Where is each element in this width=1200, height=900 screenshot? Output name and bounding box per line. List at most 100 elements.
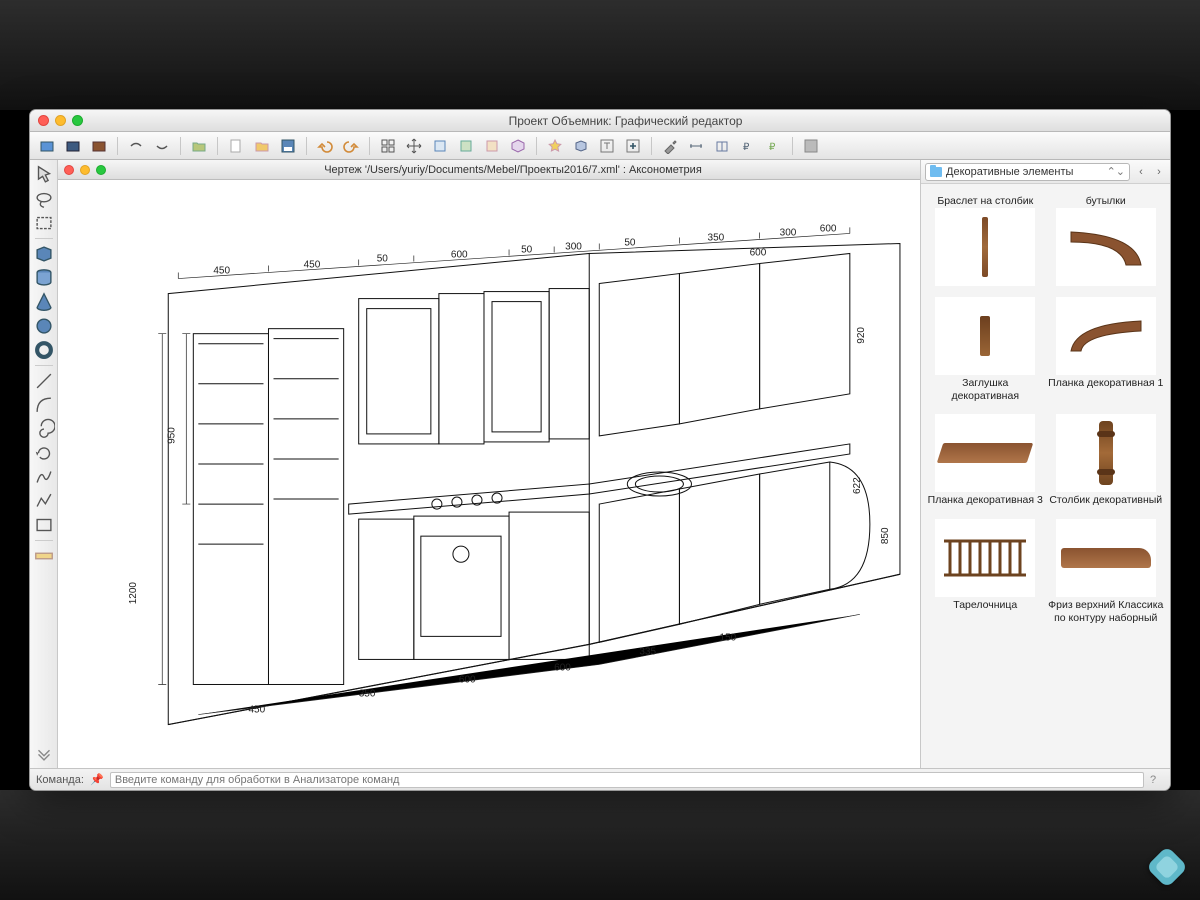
- svg-text:50: 50: [521, 244, 533, 255]
- lasso-icon[interactable]: [33, 188, 55, 210]
- doc-close-button[interactable]: [64, 165, 74, 175]
- torus-icon[interactable]: [33, 339, 55, 361]
- library-item[interactable]: бутылки: [1046, 190, 1167, 294]
- document-column: Чертеж '/Users/yuriy/Documents/Mebel/Про…: [58, 160, 920, 768]
- cube-icon[interactable]: [570, 135, 592, 157]
- svg-text:622: 622: [852, 477, 863, 494]
- arc-icon[interactable]: [33, 394, 55, 416]
- svg-text:950: 950: [166, 427, 177, 444]
- curve-icon[interactable]: [33, 466, 55, 488]
- doc-zoom-button[interactable]: [96, 165, 106, 175]
- hand-left-icon[interactable]: [125, 135, 147, 157]
- cone-icon[interactable]: [33, 291, 55, 313]
- svg-text:600: 600: [554, 662, 571, 673]
- box3d-icon[interactable]: [33, 243, 55, 265]
- command-input[interactable]: [110, 772, 1144, 788]
- svg-text:600: 600: [451, 249, 468, 260]
- svg-text:350: 350: [708, 232, 725, 243]
- library-item[interactable]: Столбик декоративный: [1046, 411, 1167, 515]
- library-item[interactable]: Тарелочница: [925, 516, 1046, 633]
- priceB-icon[interactable]: ₽: [763, 135, 785, 157]
- open-icon[interactable]: [251, 135, 273, 157]
- save-icon[interactable]: [277, 135, 299, 157]
- minimize-button[interactable]: [55, 115, 66, 126]
- library-fwd-icon[interactable]: ›: [1152, 164, 1166, 180]
- new-doc-icon[interactable]: [225, 135, 247, 157]
- sphere-icon[interactable]: [33, 315, 55, 337]
- polyline-icon[interactable]: [33, 490, 55, 512]
- traffic-lights: [38, 115, 83, 126]
- priceA-icon[interactable]: ₽: [737, 135, 759, 157]
- rotate-icon[interactable]: [33, 442, 55, 464]
- svg-text:50: 50: [624, 237, 636, 248]
- hand-right-icon[interactable]: [151, 135, 173, 157]
- folder-icon: [930, 167, 942, 177]
- ruler-icon[interactable]: [33, 545, 55, 567]
- folder-open-icon[interactable]: [188, 135, 210, 157]
- collapse-icon[interactable]: [33, 742, 55, 764]
- svg-text:450: 450: [248, 705, 265, 716]
- box-icon[interactable]: [36, 135, 58, 157]
- line-icon[interactable]: [33, 370, 55, 392]
- left-toolbar: [30, 160, 58, 768]
- box-dark-icon[interactable]: [62, 135, 84, 157]
- close-button[interactable]: [38, 115, 49, 126]
- undo-icon[interactable]: [314, 135, 336, 157]
- arrange-icon[interactable]: [377, 135, 399, 157]
- library-item[interactable]: Планка декоративная 1: [1046, 294, 1167, 411]
- document-titlebar: Чертеж '/Users/yuriy/Documents/Mebel/Про…: [58, 160, 920, 180]
- star-icon[interactable]: [544, 135, 566, 157]
- box-brown-icon[interactable]: [88, 135, 110, 157]
- svg-text:₽: ₽: [743, 142, 750, 153]
- typo-icon[interactable]: [596, 135, 618, 157]
- add-icon[interactable]: [622, 135, 644, 157]
- command-pin-icon[interactable]: 📌: [90, 773, 104, 787]
- library-item[interactable]: Фриз верхний Классика по контуру наборны…: [1046, 516, 1167, 633]
- library-folder-select[interactable]: Декоративные элементы ⌃⌄: [925, 163, 1130, 181]
- svg-text:300: 300: [780, 227, 797, 238]
- spiral-icon[interactable]: [33, 418, 55, 440]
- svg-text:850: 850: [880, 527, 891, 544]
- move-icon[interactable]: [403, 135, 425, 157]
- iso-icon[interactable]: [507, 135, 529, 157]
- library-header: Декоративные элементы ⌃⌄ ‹ ›: [921, 160, 1170, 184]
- command-bar: Команда: 📌 ?: [30, 768, 1170, 790]
- library-grid: Браслет на столбик бутылки Заглушка деко…: [921, 184, 1170, 768]
- hdim-icon[interactable]: [685, 135, 707, 157]
- window-title: Проект Объемник: Графический редактор: [89, 114, 1162, 128]
- side-icon[interactable]: [455, 135, 477, 157]
- library-item[interactable]: Браслет на столбик: [925, 190, 1046, 294]
- library-folder-name: Декоративные элементы: [946, 166, 1073, 178]
- redo-icon[interactable]: [340, 135, 362, 157]
- svg-text:600: 600: [750, 247, 767, 258]
- rect-icon[interactable]: [33, 514, 55, 536]
- save2-icon[interactable]: [800, 135, 822, 157]
- library-item[interactable]: Планка декоративная 3: [925, 411, 1046, 515]
- svg-text:150: 150: [720, 632, 737, 643]
- main-titlebar: Проект Объемник: Графический редактор: [30, 110, 1170, 132]
- pointer-icon[interactable]: [33, 164, 55, 186]
- drawing-canvas[interactable]: 450 450 50 600 50 300 50 350 300 600 120…: [58, 180, 920, 768]
- zoom-button[interactable]: [72, 115, 83, 126]
- library-back-icon[interactable]: ‹: [1134, 164, 1148, 180]
- command-label: Команда:: [36, 774, 84, 786]
- doc-minimize-button[interactable]: [80, 165, 90, 175]
- svg-text:1200: 1200: [128, 582, 139, 605]
- front-icon[interactable]: [429, 135, 451, 157]
- cylinder-icon[interactable]: [33, 267, 55, 289]
- tools-icon[interactable]: [659, 135, 681, 157]
- library-panel: Декоративные элементы ⌃⌄ ‹ › Браслет на …: [920, 160, 1170, 768]
- svg-text:600: 600: [459, 674, 476, 685]
- top-icon[interactable]: [481, 135, 503, 157]
- main-window: Проект Объемник: Графический редактор: [30, 110, 1170, 790]
- cab-icon[interactable]: [711, 135, 733, 157]
- svg-text:₽: ₽: [769, 142, 776, 153]
- sel-rect-icon[interactable]: [33, 212, 55, 234]
- svg-text:450: 450: [213, 266, 230, 277]
- library-item[interactable]: Заглушка декоративная: [925, 294, 1046, 411]
- command-help-icon[interactable]: ?: [1150, 774, 1164, 786]
- top-toolbar: ₽ ₽: [30, 132, 1170, 160]
- svg-text:600: 600: [820, 223, 837, 234]
- svg-text:450: 450: [304, 260, 321, 271]
- document-title: Чертеж '/Users/yuriy/Documents/Mebel/Про…: [112, 164, 914, 176]
